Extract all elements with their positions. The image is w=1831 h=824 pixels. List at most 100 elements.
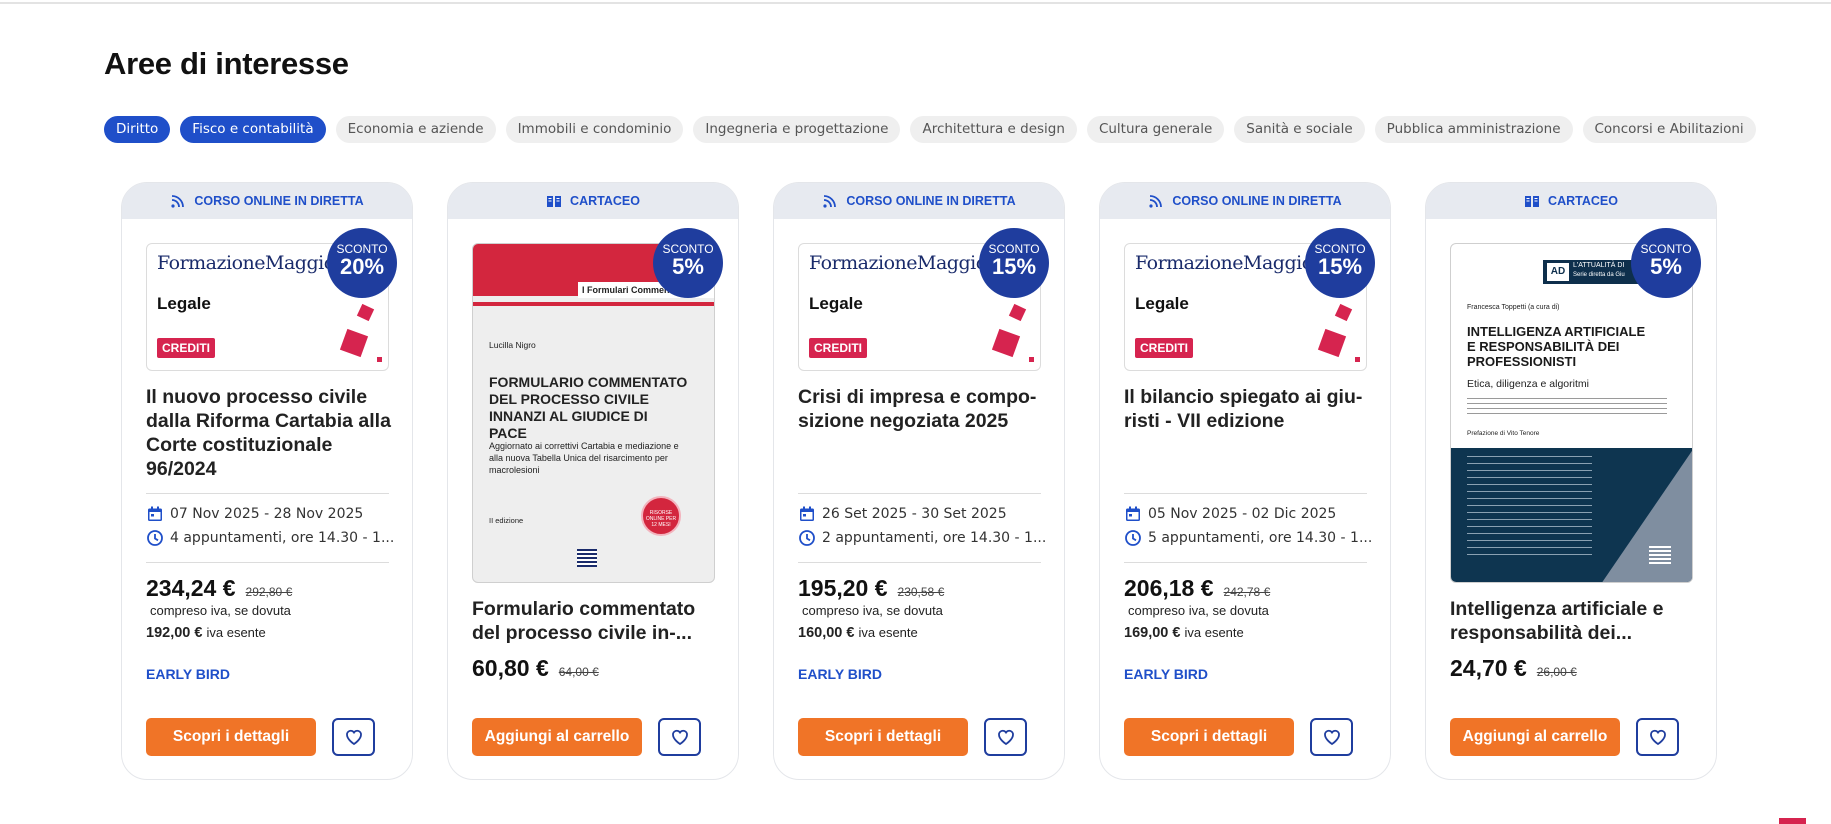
corner-accent bbox=[1779, 818, 1806, 824]
series-mark: AD bbox=[1547, 263, 1569, 281]
price-row: 206,18 € 242,78 € bbox=[1124, 575, 1270, 602]
price-row: 195,20 € 230,58 € bbox=[798, 575, 944, 602]
course-category: Legale bbox=[809, 294, 863, 313]
heart-icon bbox=[1649, 729, 1666, 746]
price: 234,24 € bbox=[146, 575, 236, 601]
discount-value: 5% bbox=[672, 254, 704, 279]
series-label: L'ATTUALITÀ DI bbox=[1573, 262, 1625, 269]
course-category: Legale bbox=[1135, 294, 1189, 313]
product-title[interactable]: Intelligenza artificiale e responsabilit… bbox=[1450, 597, 1695, 645]
old-price: 26,00 € bbox=[1536, 665, 1577, 679]
details-button[interactable]: Scopri i dettagli bbox=[798, 718, 968, 756]
price: 24,70 € bbox=[1450, 655, 1527, 681]
old-price: 292,80 € bbox=[245, 585, 293, 599]
filter-chip-cultura[interactable]: Cultura generale bbox=[1086, 116, 1225, 143]
card-type-header: CORSO ONLINE IN DIRETTA bbox=[122, 183, 412, 219]
heart-icon bbox=[671, 729, 688, 746]
course-dates: 07 Nov 2025 - 28 Nov 2025 bbox=[146, 505, 363, 523]
product-title[interactable]: Il nuovo processo civile dalla Riforma C… bbox=[146, 385, 391, 481]
filter-chip-immobili[interactable]: Immobili e condominio bbox=[505, 116, 684, 143]
filter-chip-sanita[interactable]: Sanità e sociale bbox=[1234, 116, 1365, 143]
card-type-label: CORSO ONLINE IN DIRETTA bbox=[1172, 194, 1342, 208]
price-vat-exempt: 169,00 € iva esente bbox=[1124, 625, 1244, 641]
course-schedule: 5 appuntamenti, ore 14.30 - 1... bbox=[1124, 529, 1372, 547]
price-row: 234,24 € 292,80 € bbox=[146, 575, 292, 602]
decor-dot bbox=[377, 357, 382, 362]
cover-contributors bbox=[1467, 398, 1667, 414]
calendar-icon bbox=[148, 506, 162, 521]
price-ex-value: 192,00 € bbox=[146, 625, 203, 641]
filter-chip-architettura[interactable]: Architettura e design bbox=[910, 116, 1077, 143]
price: 206,18 € bbox=[1124, 575, 1214, 601]
formazione-maggioli-logo: FormazioneMaggioli bbox=[157, 252, 346, 274]
divider bbox=[798, 562, 1041, 563]
credits-tag: CREDITI bbox=[1135, 338, 1193, 358]
details-button[interactable]: Scopri i dettagli bbox=[146, 718, 316, 756]
book-icon bbox=[547, 196, 562, 207]
price-vat-exempt: 192,00 € iva esente bbox=[146, 625, 266, 641]
price-ex-value: 160,00 € bbox=[798, 625, 855, 641]
dates-text: 26 Set 2025 - 30 Set 2025 bbox=[822, 506, 1007, 522]
cover-title: FORMULARIO COMMENTATO DEL PROCESSO CIVIL… bbox=[489, 374, 688, 441]
add-to-cart-button[interactable]: Aggiungi al carrello bbox=[472, 718, 642, 756]
add-to-cart-button[interactable]: Aggiungi al carrello bbox=[1450, 718, 1620, 756]
cover-red-line bbox=[473, 302, 714, 306]
cover-author: Francesca Toppetti (a cura di) bbox=[1467, 304, 1560, 311]
publisher-logo bbox=[577, 549, 597, 567]
clock-icon bbox=[1125, 530, 1141, 546]
promo-label: EARLY BIRD bbox=[798, 666, 883, 682]
price-row: 60,80 € 64,00 € bbox=[472, 655, 599, 682]
cover-edition: II edizione bbox=[489, 516, 524, 525]
product-title[interactable]: Il bilancio spiegato ai giu-risti - VII … bbox=[1124, 385, 1369, 433]
card-type-header: CARTACEO bbox=[1426, 183, 1716, 219]
filter-chip-economia[interactable]: Economia e aziende bbox=[335, 116, 496, 143]
series-sub: Serie diretta da Giu bbox=[1573, 272, 1625, 278]
divider bbox=[146, 562, 389, 563]
decor-square bbox=[356, 303, 375, 322]
clock-icon bbox=[147, 530, 163, 546]
promo-label: EARLY BIRD bbox=[1124, 666, 1209, 682]
product-card: CARTACEO AD L'ATTUALITÀ DI Serie diretta… bbox=[1425, 182, 1717, 780]
decor-square bbox=[991, 328, 1021, 358]
top-border bbox=[0, 2, 1831, 4]
filter-chip-ingegneria[interactable]: Ingegneria e progettazione bbox=[693, 116, 901, 143]
decor-dot bbox=[1029, 357, 1034, 362]
product-carousel: CORSO ONLINE IN DIRETTA FormazioneMaggio… bbox=[121, 182, 1717, 780]
product-card: CORSO ONLINE IN DIRETTA FormazioneMaggio… bbox=[1099, 182, 1391, 780]
details-button[interactable]: Scopri i dettagli bbox=[1124, 718, 1294, 756]
card-type-header: CARTACEO bbox=[448, 183, 738, 219]
filter-chip-concorsi[interactable]: Concorsi e Abilitazioni bbox=[1582, 116, 1756, 143]
filter-chip-fisco[interactable]: Fisco e contabilità bbox=[180, 116, 326, 143]
decor-square bbox=[339, 328, 369, 358]
price-ex-note: iva esente bbox=[1184, 625, 1244, 640]
book-icon bbox=[1525, 196, 1540, 207]
credits-tag: CREDITI bbox=[157, 338, 215, 358]
cover-subtitle: Etica, diligenza e algoritmi bbox=[1467, 378, 1589, 390]
decor-square bbox=[1317, 328, 1347, 358]
wishlist-button[interactable] bbox=[332, 718, 375, 756]
course-dates: 26 Set 2025 - 30 Set 2025 bbox=[798, 505, 1007, 523]
schedule-text: 4 appuntamenti, ore 14.30 - 1... bbox=[170, 530, 395, 546]
price-note: compreso iva, se dovuta bbox=[1128, 603, 1269, 618]
section-title: Aree di interesse bbox=[104, 46, 349, 81]
decor-square bbox=[1008, 303, 1027, 322]
old-price: 64,00 € bbox=[558, 665, 599, 679]
product-title[interactable]: Crisi di impresa e compo-sizione negozia… bbox=[798, 385, 1043, 433]
course-schedule: 4 appuntamenti, ore 14.30 - 1... bbox=[146, 529, 394, 547]
course-schedule: 2 appuntamenti, ore 14.30 - 1... bbox=[798, 529, 1046, 547]
discount-value: 5% bbox=[1650, 254, 1682, 279]
divider bbox=[1124, 493, 1367, 494]
old-price: 242,78 € bbox=[1223, 585, 1271, 599]
product-title[interactable]: Formulario commentato del processo civil… bbox=[472, 597, 717, 645]
wishlist-button[interactable] bbox=[984, 718, 1027, 756]
filter-chip-diritto[interactable]: Diritto bbox=[104, 116, 171, 143]
wishlist-button[interactable] bbox=[658, 718, 701, 756]
rss-icon bbox=[171, 195, 185, 208]
calendar-icon bbox=[800, 506, 814, 521]
cover-bullets bbox=[1467, 456, 1592, 560]
schedule-text: 2 appuntamenti, ore 14.30 - 1... bbox=[822, 530, 1047, 546]
filter-chip-pa[interactable]: Pubblica amministrazione bbox=[1374, 116, 1573, 143]
wishlist-button[interactable] bbox=[1636, 718, 1679, 756]
discount-badge: SCONTO 15% bbox=[1305, 228, 1375, 298]
wishlist-button[interactable] bbox=[1310, 718, 1353, 756]
